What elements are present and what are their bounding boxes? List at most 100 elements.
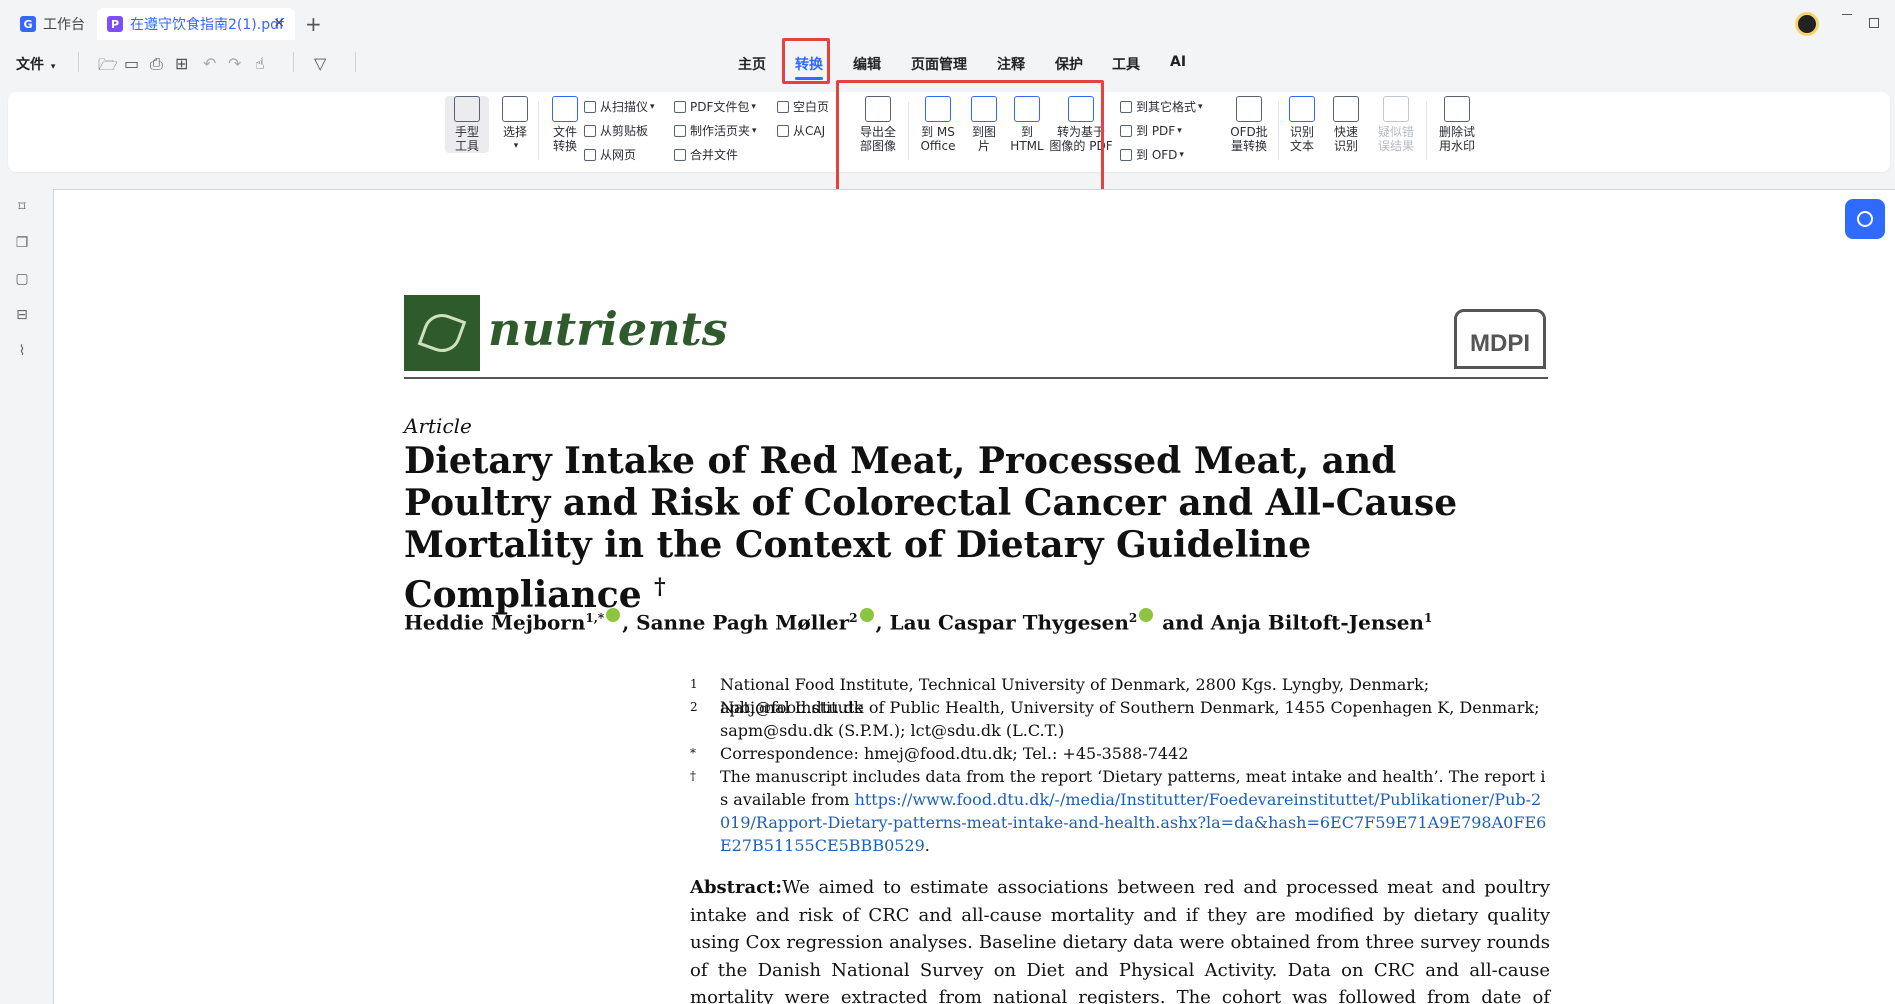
to-other-formats-label: 到其它格式 xyxy=(1136,100,1197,114)
tab-tools[interactable]: 工具 xyxy=(1112,54,1140,74)
title-text: Dietary Intake of Red Meat, Processed Me… xyxy=(404,440,1458,616)
author-name: Sanne Pagh Møller xyxy=(636,610,850,635)
chevron-down-icon: ▾ xyxy=(751,101,756,112)
from-webpage-button[interactable]: 从网页 xyxy=(584,146,636,163)
author-sup: 2 xyxy=(1128,611,1138,625)
author-sup: 2 xyxy=(849,611,858,625)
affiliation-2: 2 National Institute of Public Health, U… xyxy=(690,696,1550,742)
merge-icon xyxy=(674,148,686,161)
tab-label: 在遵守饮食指南2(1).pdf xyxy=(130,17,284,33)
user-avatar[interactable] xyxy=(1795,12,1819,36)
tab-workspace[interactable]: G 工作台 xyxy=(10,8,96,40)
to-pdf-button[interactable]: 到 PDF ▾ xyxy=(1120,122,1182,139)
tab-page-management[interactable]: 页面管理 xyxy=(911,54,967,74)
author-list: Heddie Mejborn1,*, Sanne Pagh Møller2, L… xyxy=(404,608,1432,635)
chevron-down-icon: ▾ xyxy=(50,62,56,72)
affiliation-mark: * xyxy=(690,746,696,760)
caj-icon xyxy=(777,124,789,137)
restore-icon[interactable] xyxy=(1869,18,1879,28)
file-icon xyxy=(552,96,578,122)
ocr-text-button[interactable]: 识别 文本 xyxy=(1282,96,1322,153)
abstract-label: Abstract: xyxy=(690,877,783,898)
toolbox-icon[interactable]: ⊟ xyxy=(14,307,30,323)
new-file-icon[interactable]: ⊞ xyxy=(175,54,188,73)
open-folder-icon[interactable]: 🗁 xyxy=(98,54,118,81)
undo-icon[interactable]: ↶ xyxy=(203,54,216,73)
affiliation-mark: 1 xyxy=(690,677,698,691)
highlight-convert-group xyxy=(836,80,1104,200)
quick-ocr-button[interactable]: 快速 识别 xyxy=(1326,96,1366,153)
select-tool-button[interactable]: 选择 ▾ xyxy=(496,96,534,153)
highlight-convert-tab xyxy=(782,38,830,84)
hand-cursor-icon[interactable]: ☝ xyxy=(255,54,265,73)
tab-protect[interactable]: 保护 xyxy=(1055,54,1083,74)
suspected-errors-label: 疑似错 误结果 xyxy=(1377,125,1414,153)
minimize-icon[interactable] xyxy=(1842,14,1852,15)
save-icon[interactable]: ▭ xyxy=(124,54,139,73)
file-convert-button[interactable]: 文件 转换 xyxy=(543,96,587,153)
file-menu-label: 文件 xyxy=(16,57,44,73)
file-menu[interactable]: 文件 ▾ xyxy=(16,54,55,74)
chevron-down-icon: ▾ xyxy=(1198,101,1203,112)
ofd-batch-button[interactable]: OFD批 量转换 xyxy=(1224,96,1274,153)
make-binder-button[interactable]: 制作活页夹 ▾ xyxy=(674,122,757,139)
tab-home[interactable]: 主页 xyxy=(738,54,766,74)
author-and: and xyxy=(1155,610,1211,635)
print-icon[interactable]: ⎙ xyxy=(150,54,163,74)
remove-watermark-label: 删除试 用水印 xyxy=(1438,125,1475,153)
from-caj-button[interactable]: 从CAJ xyxy=(777,122,825,139)
journal-name: nutrients xyxy=(488,302,728,356)
hand-icon xyxy=(454,96,480,122)
chevron-down-icon: ▾ xyxy=(752,125,757,136)
to-ofd-button[interactable]: 到 OFD ▾ xyxy=(1120,146,1184,163)
from-clipboard-label: 从剪贴板 xyxy=(600,124,649,138)
attachment-icon[interactable]: ⌇ xyxy=(14,343,30,359)
tab-ai[interactable]: AI xyxy=(1170,54,1186,70)
pdf-portfolio-button[interactable]: PDF文件包 ▾ xyxy=(674,98,756,115)
suspected-errors-button[interactable]: 疑似错 误结果 xyxy=(1370,96,1422,153)
abstract-text: We aimed to estimate associations betwee… xyxy=(690,877,1550,1004)
from-clipboard-button[interactable]: 从剪贴板 xyxy=(584,122,648,139)
note-text: The manuscript includes data from the re… xyxy=(720,765,1550,857)
note-end: . xyxy=(924,836,930,855)
comment-icon[interactable]: ▢ xyxy=(14,271,30,287)
correspondence: * Correspondence: hmej@food.dtu.dk; Tel.… xyxy=(690,742,1550,765)
file-convert-label: 文件 转换 xyxy=(552,125,577,153)
divider xyxy=(538,102,539,160)
close-icon[interactable]: × xyxy=(273,15,285,31)
pdf-file-icon: P xyxy=(107,16,123,32)
from-caj-label: 从CAJ xyxy=(793,124,826,138)
tab-document[interactable]: P 在遵守饮食指南2(1).pdf × xyxy=(97,8,295,40)
blank-page-button[interactable]: 空白页 xyxy=(777,98,829,115)
redo-icon[interactable]: ↷ xyxy=(228,54,241,73)
orcid-icon[interactable] xyxy=(1139,608,1154,622)
ocr-text-label: 识别 文本 xyxy=(1289,125,1314,153)
to-ofd-label: 到 OFD xyxy=(1136,148,1178,162)
author-name: Lau Caspar Thygesen xyxy=(889,610,1129,635)
from-scanner-button[interactable]: 从扫描仪 ▾ xyxy=(584,98,655,115)
tab-label: 工作台 xyxy=(43,17,85,33)
tab-annotate[interactable]: 注释 xyxy=(997,54,1025,74)
bookmark-icon[interactable]: ⌑ xyxy=(14,199,30,215)
hand-tool-button[interactable]: 手型 工具 xyxy=(445,96,489,153)
chevron-down-icon: ▾ xyxy=(650,101,655,112)
author-name: Anja Biltoft-Jensen xyxy=(1210,610,1424,635)
chevron-down-icon: ▾ xyxy=(1177,125,1182,136)
orcid-icon[interactable] xyxy=(606,608,621,622)
title-mark: † xyxy=(654,574,666,600)
make-binder-label: 制作活页夹 xyxy=(690,124,751,138)
customize-toolbar-icon[interactable]: ▽ xyxy=(314,54,326,73)
ofd-icon xyxy=(1120,148,1132,161)
from-scanner-label: 从扫描仪 xyxy=(600,100,649,114)
merge-files-button[interactable]: 合并文件 xyxy=(674,146,738,163)
chevron-down-icon: ▾ xyxy=(1179,149,1184,160)
pages-icon[interactable]: ❐ xyxy=(14,235,30,251)
add-tab-button[interactable]: + xyxy=(305,12,322,36)
ai-assistant-button[interactable] xyxy=(1845,199,1885,239)
tab-edit[interactable]: 编辑 xyxy=(853,54,881,74)
remove-watermark-button[interactable]: 删除试 用水印 xyxy=(1432,96,1482,153)
orcid-icon[interactable] xyxy=(859,608,874,622)
to-other-formats-button[interactable]: 到其它格式 ▾ xyxy=(1120,98,1203,115)
affiliation-mark: 2 xyxy=(690,700,698,714)
blank-page-icon xyxy=(777,100,789,113)
